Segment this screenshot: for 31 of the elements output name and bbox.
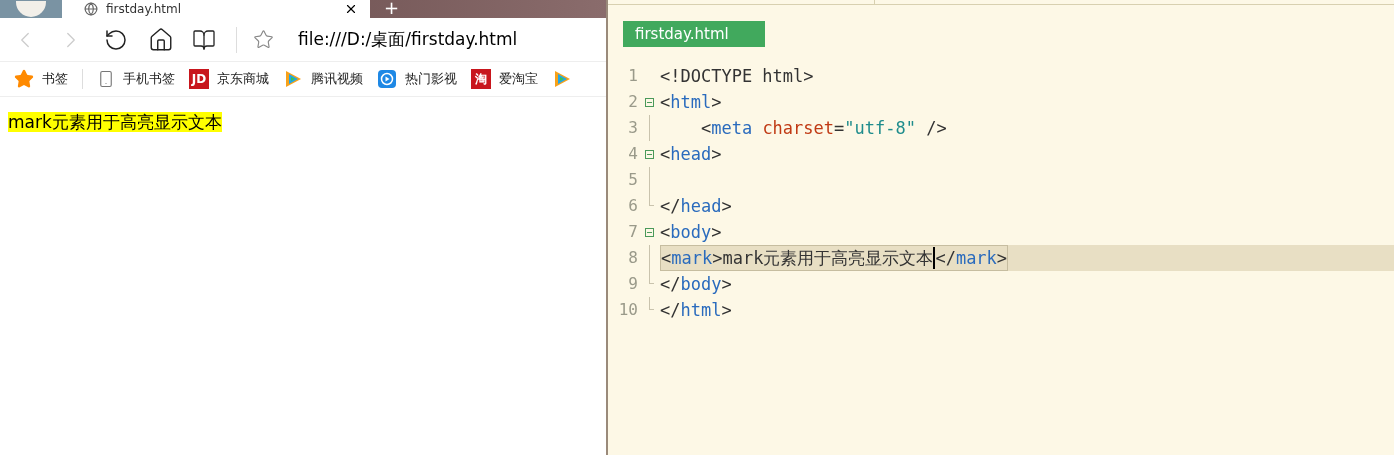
highlighted-text: mark元素用于高亮显示文本 [8, 112, 222, 132]
code-line: <!DOCTYPE html> [660, 65, 814, 88]
logo-icon: 淘 [471, 69, 491, 89]
bookmark-link[interactable]: 手机书签 [123, 69, 175, 89]
line-number: 4 [627, 143, 638, 165]
code-line: <html> [660, 91, 722, 114]
line-number: 5 [627, 169, 638, 191]
bookmark-link[interactable]: 热门影视 [405, 69, 457, 89]
line-number: 2 [627, 91, 638, 113]
line-number: 1 [627, 65, 638, 87]
bookmark-link[interactable]: 腾讯视频 [311, 69, 363, 89]
bookmark-link[interactable]: 书签 [42, 69, 68, 89]
bookmark-link[interactable]: 爱淘宝 [499, 69, 538, 89]
code-line: <head> [660, 143, 722, 166]
line-number: 7 [627, 221, 638, 243]
code-line: </head> [660, 195, 732, 218]
new-tab-button[interactable]: + [384, 0, 400, 18]
browser-tab[interactable]: firstday.html [62, 0, 370, 18]
code-line: <meta charset="utf-8" /> [699, 117, 947, 140]
line-number: 10 [617, 299, 638, 321]
tab-title: firstday.html [106, 3, 182, 15]
logo-icon: JD [189, 69, 209, 89]
code-line: <body> [660, 221, 722, 244]
code-line: </body> [660, 273, 732, 296]
line-number: 9 [627, 273, 638, 295]
code-line: </html> [660, 299, 732, 322]
line-number: 6 [627, 195, 638, 217]
address-field[interactable]: file:///D:/桌面/firstday.html [298, 26, 518, 53]
bookmark-link[interactable]: 京东商城 [217, 69, 269, 89]
line-number: 8 [627, 247, 638, 269]
line-number: 3 [627, 117, 638, 139]
